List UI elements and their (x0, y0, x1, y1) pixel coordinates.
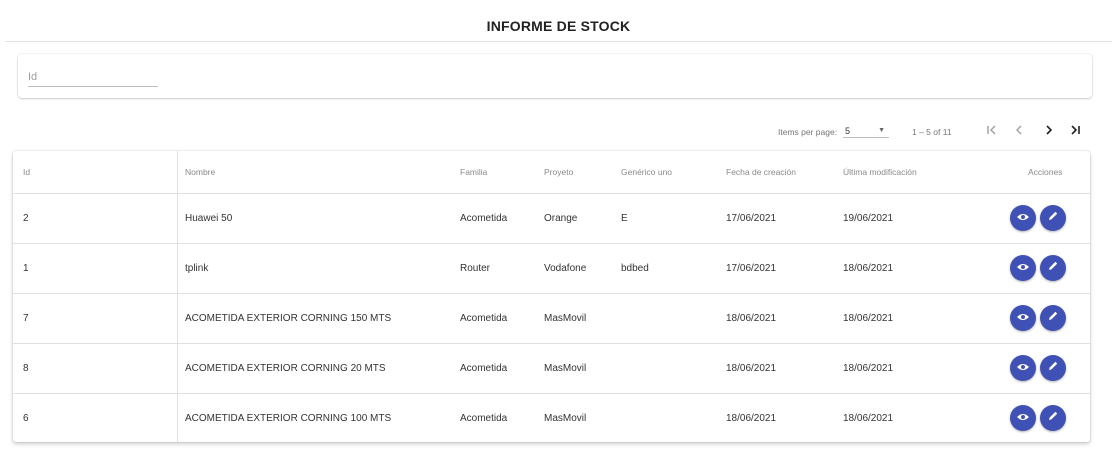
table-row[interactable]: 6 ACOMETIDA EXTERIOR CORNING 100 MTS Aco… (13, 393, 1090, 443)
cell-id: 6 (23, 412, 29, 424)
cell-generico: E (621, 212, 628, 224)
col-header-ultima-modificacion[interactable]: Última modificación (843, 151, 917, 193)
edit-button[interactable] (1040, 255, 1066, 281)
chevron-right-icon[interactable] (1040, 123, 1058, 141)
cell-familia: Acometida (460, 312, 508, 324)
title-divider (5, 41, 1112, 42)
pencil-icon (1047, 309, 1059, 327)
cell-fecha-creacion: 18/06/2021 (726, 362, 777, 374)
edit-button[interactable] (1040, 205, 1066, 231)
cell-fecha-creacion: 17/06/2021 (726, 262, 777, 274)
pencil-icon (1047, 409, 1059, 427)
cell-ultima-modificacion: 18/06/2021 (843, 362, 894, 374)
cell-id: 1 (23, 262, 29, 274)
col-header-acciones: Acciones (1028, 167, 1063, 177)
cell-ultima-modificacion: 18/06/2021 (843, 412, 894, 424)
col-header-id[interactable]: Id (23, 151, 30, 193)
table-header-row: Id Nombre Familia Proyeto Genérico uno F… (13, 151, 1090, 194)
cell-ultima-modificacion: 18/06/2021 (843, 262, 894, 274)
cell-id: 8 (23, 362, 29, 374)
view-button[interactable] (1010, 255, 1036, 281)
cell-familia: Acometida (460, 412, 508, 424)
col-header-nombre[interactable]: Nombre (185, 151, 215, 193)
chevron-left-icon[interactable] (1010, 123, 1028, 141)
cell-ultima-modificacion: 18/06/2021 (843, 312, 894, 324)
cell-nombre: Huawei 50 (185, 212, 233, 224)
cell-nombre: ACOMETIDA EXTERIOR CORNING 100 MTS (185, 412, 392, 424)
pencil-icon (1047, 359, 1059, 377)
table-row[interactable]: 1 tplink Router Vodafone bdbed 17/06/202… (13, 243, 1090, 294)
eye-icon (1016, 409, 1030, 427)
view-button[interactable] (1010, 355, 1036, 381)
eye-icon (1016, 209, 1030, 227)
eye-icon (1016, 259, 1030, 277)
cell-fecha-creacion: 18/06/2021 (726, 412, 777, 424)
cell-proyecto: MasMovil (544, 412, 587, 424)
page-size-value: 5 (845, 126, 851, 136)
pencil-icon (1047, 259, 1059, 277)
cell-nombre: ACOMETIDA EXTERIOR CORNING 150 MTS (185, 312, 392, 324)
page-title: INFORME DE STOCK (486, 18, 631, 34)
cell-proyecto: MasMovil (544, 362, 587, 374)
cell-proyecto: MasMovil (544, 312, 587, 324)
cell-nombre: tplink (185, 262, 209, 274)
cell-generico: bdbed (621, 262, 649, 274)
cell-id: 2 (23, 212, 29, 224)
view-button[interactable] (1010, 405, 1036, 431)
items-per-page-label: Items per page: (778, 127, 838, 137)
eye-icon (1016, 309, 1030, 327)
cell-fecha-creacion: 18/06/2021 (726, 312, 777, 324)
view-button[interactable] (1010, 305, 1036, 331)
cell-proyecto: Orange (544, 212, 578, 224)
edit-button[interactable] (1040, 405, 1066, 431)
cell-fecha-creacion: 17/06/2021 (726, 212, 777, 224)
id-filter-input[interactable] (28, 68, 158, 87)
cell-familia: Acometida (460, 362, 508, 374)
col-header-familia[interactable]: Familia (460, 151, 487, 193)
cell-familia: Router (460, 262, 491, 274)
edit-button[interactable] (1040, 305, 1066, 331)
cell-nombre: ACOMETIDA EXTERIOR CORNING 20 MTS (185, 362, 386, 374)
cell-id: 7 (23, 312, 29, 324)
col-header-generico[interactable]: Genérico uno (621, 151, 672, 193)
first-page-icon[interactable] (983, 123, 1001, 141)
table-row[interactable]: 7 ACOMETIDA EXTERIOR CORNING 150 MTS Aco… (13, 293, 1090, 344)
col-header-proyecto[interactable]: Proyeto (544, 151, 573, 193)
cell-ultima-modificacion: 19/06/2021 (843, 212, 894, 224)
stock-table: Id Nombre Familia Proyeto Genérico uno F… (13, 151, 1090, 442)
last-page-icon[interactable] (1066, 123, 1084, 141)
dropdown-arrow-icon: ▼ (878, 127, 885, 134)
cell-proyecto: Vodafone (544, 262, 587, 274)
page-size-select[interactable]: 5 ▼ (843, 124, 889, 138)
view-button[interactable] (1010, 205, 1036, 231)
table-row[interactable]: 8 ACOMETIDA EXTERIOR CORNING 20 MTS Acom… (13, 343, 1090, 394)
eye-icon (1016, 359, 1030, 377)
page-range-label: 1 – 5 of 11 (912, 127, 952, 137)
table-row[interactable]: 2 Huawei 50 Acometida Orange E 17/06/202… (13, 193, 1090, 244)
col-header-fecha-creacion[interactable]: Fecha de creación (726, 151, 796, 193)
paginator: Items per page: 5 ▼ 1 – 5 of 11 (0, 124, 1100, 140)
cell-familia: Acometida (460, 212, 508, 224)
pencil-icon (1047, 209, 1059, 227)
filter-card (18, 54, 1092, 98)
edit-button[interactable] (1040, 355, 1066, 381)
